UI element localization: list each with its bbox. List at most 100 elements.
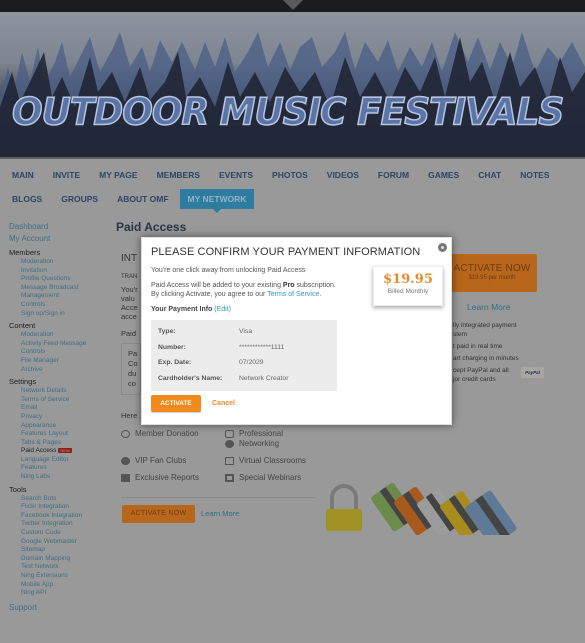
sidebar-item-profile-questions[interactable]: Profile Questions [9,275,109,284]
sidebar-item-test-network[interactable]: Test Network [9,563,109,572]
nav-tab-invite[interactable]: INVITE [45,165,88,185]
sidebar-item-label: Test Network [21,563,59,571]
nav-tab-photos[interactable]: PHOTOS [264,165,316,185]
sidebar-item-ning-labs[interactable]: Ning Labs [9,473,109,482]
nav-tab-blogs[interactable]: BLOGS [4,189,50,209]
nav-tab-groups[interactable]: GROUPS [53,189,106,209]
nav-tab-my-page[interactable]: MY PAGE [91,165,145,185]
sidebar-item-ning-extensions[interactable]: Ning Extensions [9,572,109,581]
sidebar-item-google-webmaster[interactable]: Google Webmaster [9,538,109,547]
payment-info-table: Type: Visa Number: ************1111 Exp. D… [151,320,337,391]
sidebar-item-label: Controls [21,348,46,356]
sidebar-item-message-broadcast[interactable]: Message Broadcast [9,284,109,293]
cancel-button[interactable]: Cancel [212,400,235,407]
benefit-text: lly integrated payment [453,322,517,329]
sidebar-item-activity-feed-message[interactable]: Activity Feed Message [9,340,109,349]
folder-icon [121,473,130,482]
sidebar-item-moderation[interactable]: Moderation [9,258,109,267]
sidebar-item-language-editor[interactable]: Language Editor [9,456,109,465]
sidebar-item-label: Ning Extensions [21,572,68,579]
nav-tab-members[interactable]: MEMBERS [149,165,208,185]
nav-tab-my-network[interactable]: MY NETWORK [179,189,255,213]
sidebar-item-domain-mapping[interactable]: Domain Mapping [9,555,109,564]
nav-tab-forum[interactable]: FORUM [370,165,417,185]
feature-label: Exclusive Reports [135,473,200,482]
sidebar-item-appearance[interactable]: Appearance [9,422,109,431]
sidebar-item-custom-code[interactable]: Custom Code [9,529,109,538]
sidebar-item-email[interactable]: Email [9,404,109,413]
sidebar-item-label: Sign up/Sign in [21,309,65,317]
nav-tab-games[interactable]: GAMES [420,165,467,185]
feature-label: Special Webinars [239,473,302,482]
payment-confirm-modal: PLEASE CONFIRM YOUR PAYMENT INFORMATION … [141,237,452,425]
sidebar-item-tabs-pages[interactable]: Tabs & Pages [9,439,109,448]
bg-fragment-heading: INT [121,253,138,264]
top-bar [0,0,585,12]
benefit-item: lly integrated payment stem [453,321,519,339]
sidebar-item-file-manager[interactable]: File Manager [9,357,109,366]
bg-fragment: You'r [121,285,138,294]
sidebar-item-network-details[interactable]: Network Details [9,387,109,396]
sidebar-heading-tools: Tools [9,484,27,494]
sidebar-item-label: Features Layout [21,430,68,438]
nav-tab-videos[interactable]: VIDEOS [319,165,367,185]
sidebar-item-label: Mobile App [21,580,54,588]
payment-value: 07/2029 [239,359,264,367]
heading-text: Your Payment Info [151,306,213,313]
sidebar-sections: Members Moderation Invitation Profile Quest… [9,247,109,598]
sidebar-item-twitter-integration[interactable]: Twitter Integration [9,520,109,529]
sidebar-item-sitemap[interactable]: Sitemap [9,546,109,555]
text: . [319,291,322,298]
bg-fragment: du [128,369,137,378]
sidebar-item-ning-api[interactable]: Ning API [9,589,109,598]
sidebar-item-label: Ning Labs [21,473,51,481]
nav-tab-chat[interactable]: CHAT [470,165,509,185]
sidebar-support-link[interactable]: Support [9,602,109,614]
benefit-item: cept PayPal and all jor credit cards [453,366,519,384]
nav-tab-events[interactable]: EVENTS [211,165,261,185]
nav-tab-notes[interactable]: NOTES [512,165,557,185]
sidebar-item-controls[interactable]: Controls [9,301,109,310]
sidebar-item-mobile-app[interactable]: Mobile App [9,581,109,590]
payment-row: Type: Visa [158,324,330,340]
sidebar-item-label: File Manager [21,356,59,364]
promo-button-price: $19.95 per month [468,275,516,281]
edit-payment-link[interactable]: (Edit) [214,306,231,313]
sidebar-item-management[interactable]: Management [9,292,109,301]
padlock-icon [326,484,362,531]
sidebar-item-label: Custom Code [21,529,61,537]
learn-more-link[interactable]: Learn More [201,509,239,518]
sidebar-item-controls[interactable]: Controls [9,348,109,357]
sidebar-item-flickr-integration[interactable]: Flickr Integration [9,503,109,512]
text: By clicking Activate, you agree to our [151,291,268,298]
terms-of-service-link[interactable]: Terms of Service [267,291,319,298]
sidebar-item-paid-access[interactable]: Paid Access NEW [9,447,109,456]
sidebar-my-account-link[interactable]: My Account [9,233,109,245]
sidebar-item-terms-of-service[interactable]: Terms of Service [9,396,109,405]
payment-key: Exp. Date: [158,359,192,367]
sidebar-item-facebook-integration[interactable]: Facebook Integration [9,512,109,521]
bg-fragment: TRAN [121,274,138,280]
nav-tab-main[interactable]: MAIN [4,165,42,185]
sidebar-item-privacy[interactable]: Privacy [9,413,109,422]
promo-learn-more-link[interactable]: Learn More [467,302,510,312]
sidebar-item-features[interactable]: Features [9,464,109,473]
feature-item: Professional [225,429,283,438]
sidebar-item-sign-up-sign-in[interactable]: Sign up/Sign in [9,310,109,319]
nav-row-2: BLOGS GROUPS ABOUT OMF MY NETWORK [4,188,257,213]
activate-button[interactable]: ACTIVATE [151,395,201,412]
activate-now-button[interactable]: ACTIVATE NOW [122,505,195,523]
sidebar-item-archive[interactable]: Archive [9,366,109,375]
close-icon[interactable] [438,243,447,252]
payment-value: Visa [239,328,253,336]
sidebar-item-search-bots[interactable]: Search Bots [9,495,109,504]
sidebar-dashboard-link[interactable]: Dashboard [9,221,109,233]
sidebar-item-label: Flickr Integration [21,503,70,511]
sidebar-item-features-layout[interactable]: Features Layout [9,430,109,439]
nav-tab-about-omf[interactable]: ABOUT OMF [109,189,176,209]
sidebar-item-invitation[interactable]: Invitation [9,267,109,276]
sidebar-item-moderation[interactable]: Moderation [9,331,109,340]
activate-now-promo-button[interactable]: ACTIVATE NOW $19.95 per month [447,254,537,292]
new-badge: NEW [58,448,72,454]
nav-row-1: MAIN INVITE MY PAGE MEMBERS EVENTS PHOTOS VIDE… [4,164,561,186]
